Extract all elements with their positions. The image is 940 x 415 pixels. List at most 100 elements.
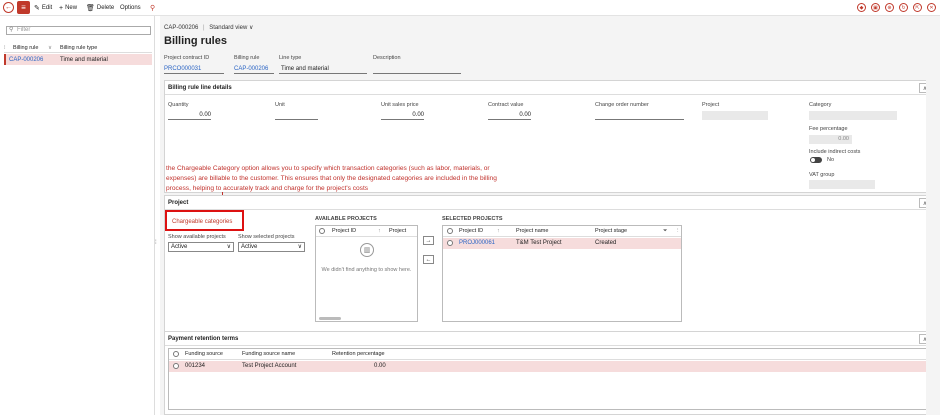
table-row[interactable]: PROJ000061 T&M Test Project Created bbox=[443, 238, 681, 249]
sort-up-icon[interactable]: ↑ bbox=[378, 228, 381, 234]
table-row[interactable]: 001234 Test Project Account 0.00 bbox=[169, 361, 934, 372]
available-projects-title: AVAILABLE PROJECTS bbox=[315, 216, 377, 222]
horizontal-scrollbar[interactable] bbox=[319, 317, 341, 320]
filter-input[interactable]: ⚲ Filter bbox=[6, 26, 151, 35]
col-billing-rule-type[interactable]: Billing rule type bbox=[60, 45, 97, 51]
sort-up-icon[interactable]: ↑ bbox=[497, 228, 500, 234]
quantity-field[interactable]: 0.00 bbox=[168, 111, 211, 120]
contract-value-label: Contract value bbox=[488, 102, 524, 108]
select-all-radio[interactable] bbox=[447, 228, 453, 234]
show-selected-select[interactable]: Active ∨ bbox=[238, 242, 305, 252]
col-project-name[interactable]: Project name bbox=[516, 228, 548, 234]
refresh-icon[interactable]: ↻ bbox=[899, 3, 908, 12]
col-funding-source-name[interactable]: Funding source name bbox=[242, 351, 295, 357]
include-indirect-toggle[interactable] bbox=[810, 157, 822, 163]
show-available-select[interactable]: Active ∨ bbox=[168, 242, 234, 252]
filter-search-icon: ⚲ bbox=[9, 27, 14, 33]
splitter-handle[interactable]: ⁞ bbox=[155, 240, 159, 246]
trash-icon: 🗑 bbox=[86, 4, 95, 12]
col-retention-percentage[interactable]: Retention percentage bbox=[332, 351, 385, 357]
pencil-icon: ✎ bbox=[34, 4, 40, 12]
options-label: Options bbox=[120, 5, 141, 11]
selected-projects-title: SELECTED PROJECTS bbox=[442, 216, 503, 222]
row-radio[interactable] bbox=[447, 240, 453, 246]
office-icon[interactable]: ▣ bbox=[871, 3, 880, 12]
description-field[interactable] bbox=[373, 65, 461, 74]
chevron-down-icon: ∨ bbox=[297, 244, 302, 250]
filter-placeholder: Filter bbox=[17, 27, 31, 33]
billing-rule-label: Billing rule bbox=[234, 55, 260, 61]
delete-button[interactable]: 🗑 Delete bbox=[86, 3, 114, 13]
edit-label: Edit bbox=[41, 5, 53, 11]
attach-icon[interactable]: ⊕ bbox=[885, 3, 894, 12]
highlight-box bbox=[165, 210, 244, 231]
row-radio[interactable] bbox=[173, 363, 179, 369]
breadcrumb: CAP-000206 | Standard view ∨ bbox=[164, 24, 253, 31]
unit-field[interactable] bbox=[275, 111, 318, 120]
col-billing-rule[interactable]: Billing rule bbox=[13, 45, 48, 51]
breadcrumb-separator: | bbox=[203, 25, 205, 31]
retention-grid-header: Funding source Funding source name Reten… bbox=[169, 349, 934, 360]
options-button[interactable]: Options bbox=[120, 3, 141, 13]
row-funding-source[interactable]: 001234 bbox=[185, 363, 205, 369]
include-indirect-value: No bbox=[827, 157, 835, 163]
payment-retention-panel: Payment retention terms ∧ Funding source… bbox=[164, 331, 935, 415]
unit-sales-price-label: Unit sales price bbox=[381, 102, 419, 108]
empty-state-text: We didn't find anything to show here. bbox=[321, 267, 412, 273]
close-icon[interactable]: ✕ bbox=[927, 3, 936, 12]
retention-title: Payment retention terms bbox=[168, 336, 239, 342]
unit-sales-price-field[interactable]: 0.00 bbox=[381, 111, 424, 120]
change-order-field[interactable] bbox=[595, 111, 684, 120]
select-all-radio[interactable] bbox=[173, 351, 179, 357]
list-row[interactable]: CAP-000206 Time and material bbox=[4, 54, 152, 65]
include-indirect-label: Include indirect costs bbox=[809, 149, 861, 155]
new-label: New bbox=[65, 5, 78, 11]
quantity-label: Quantity bbox=[168, 102, 189, 108]
list-row-rule[interactable]: CAP-000206 bbox=[6, 57, 60, 63]
retention-grid: Funding source Funding source name Reten… bbox=[168, 348, 935, 410]
change-order-label: Change order number bbox=[595, 102, 649, 108]
vat-group-label: VAT group bbox=[809, 172, 835, 178]
show-available-label: Show available projects bbox=[168, 234, 226, 240]
row-funding-source-name: Test Project Account bbox=[242, 363, 297, 369]
add-project-button[interactable]: → bbox=[423, 236, 434, 245]
filter-icon[interactable]: ⏷ bbox=[663, 228, 667, 235]
menu-icon[interactable]: ≡ bbox=[17, 1, 30, 14]
row-project-name: T&M Test Project bbox=[516, 240, 562, 246]
available-projects-grid: Project ID ↑ Project ▥ We didn't find an… bbox=[315, 225, 418, 322]
edit-button[interactable]: ✎ Edit bbox=[34, 3, 52, 13]
selected-projects-grid: Project ID ↑ Project name Project stage … bbox=[442, 225, 682, 322]
select-all-radio[interactable] bbox=[319, 228, 325, 234]
list-row-type: Time and material bbox=[60, 56, 108, 63]
project-label: Project bbox=[702, 102, 720, 108]
search-icon: ⚲ bbox=[150, 4, 156, 12]
category-label: Category bbox=[809, 102, 832, 108]
col-project-id[interactable]: Project ID bbox=[459, 228, 483, 234]
line-type-field[interactable]: Time and material bbox=[279, 65, 367, 74]
sort-chevron-icon[interactable]: ∨ bbox=[48, 45, 60, 51]
col-project[interactable]: Project bbox=[389, 228, 406, 234]
popout-icon[interactable]: ⇱ bbox=[913, 3, 922, 12]
search-button[interactable]: ⚲ bbox=[150, 3, 155, 13]
col-project-stage[interactable]: Project stage bbox=[595, 228, 627, 234]
col-funding-source[interactable]: Funding source bbox=[185, 351, 223, 357]
vat-group-field bbox=[809, 180, 875, 189]
billing-rule-field[interactable]: CAP-000206 bbox=[234, 65, 274, 74]
column-menu-icon[interactable]: ⋮ bbox=[675, 228, 681, 234]
back-icon[interactable]: ← bbox=[3, 2, 14, 13]
selected-grid-header: Project ID ↑ Project name Project stage … bbox=[443, 226, 681, 237]
col-project-id[interactable]: Project ID bbox=[332, 228, 356, 234]
row-project-id[interactable]: PROJ000061 bbox=[459, 240, 495, 246]
unit-label: Unit bbox=[275, 102, 285, 108]
contract-id-field[interactable]: PRCO000031 bbox=[164, 65, 224, 74]
view-selector[interactable]: Standard view ∨ bbox=[209, 25, 253, 31]
favorite-icon[interactable]: ◆ bbox=[857, 3, 866, 12]
project-field bbox=[702, 111, 768, 120]
annotation-text: the Chargeable Category option allows yo… bbox=[166, 165, 497, 192]
new-button[interactable]: + New bbox=[59, 3, 77, 13]
remove-project-button[interactable]: ← bbox=[423, 255, 434, 264]
action-pane: ← ≡ ✎ Edit + New 🗑 Delete Options ⚲ ◆ ▣ ⊕ ↻… bbox=[0, 0, 940, 16]
list-grid-header: ⁞ Billing rule ∨ Billing rule type bbox=[4, 43, 152, 53]
contract-value-field[interactable]: 0.00 bbox=[488, 111, 531, 120]
vertical-scrollbar[interactable] bbox=[926, 16, 940, 415]
